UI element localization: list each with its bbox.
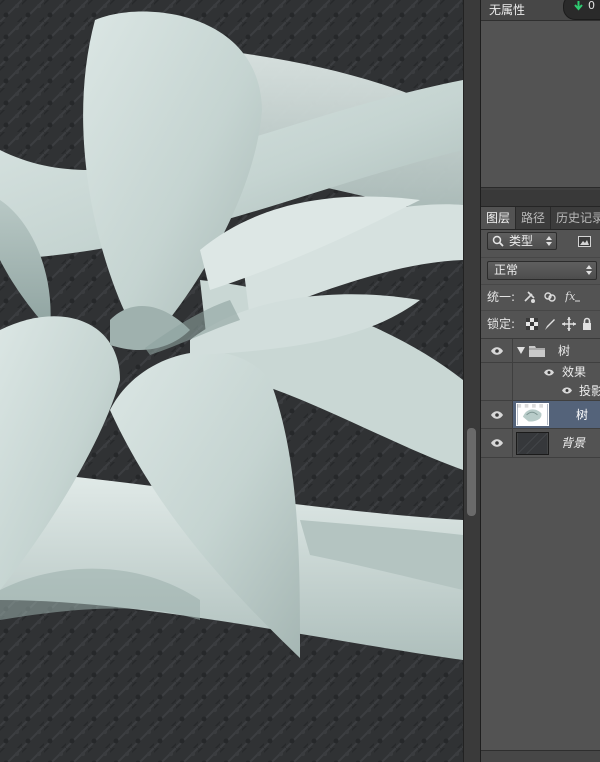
image-filter-icon[interactable] xyxy=(578,236,591,247)
lock-image-pixels-icon[interactable] xyxy=(543,317,557,331)
lock-label: 锁定: xyxy=(487,317,516,331)
eye-icon[interactable] xyxy=(544,369,554,376)
background-layer-row[interactable]: 背景 xyxy=(481,429,600,458)
blend-mode-select[interactable]: 正常 xyxy=(487,261,597,280)
filter-type-label: 类型 xyxy=(509,234,534,248)
arrow-down-icon xyxy=(574,1,583,11)
layer-filter-row: 类型 xyxy=(481,229,600,257)
properties-panel: 无属性 0 xyxy=(481,0,600,191)
layer-group-row[interactable]: 树 xyxy=(481,339,600,363)
layers-panel-tabs: 图层 路径 历史记录 xyxy=(481,207,600,230)
tab-paths[interactable]: 路径 xyxy=(516,207,552,229)
visibility-toggle[interactable] xyxy=(481,401,513,428)
updown-arrows-icon xyxy=(586,265,592,275)
unify-style-icon[interactable]: fx xyxy=(565,289,581,303)
lock-row: 锁定: xyxy=(481,310,600,339)
layer-effect-drop-shadow[interactable]: 投影 xyxy=(481,381,600,401)
layer-thumbnail xyxy=(516,403,549,426)
visibility-toggle[interactable] xyxy=(481,339,513,362)
visibility-column xyxy=(481,363,513,381)
canvas-artwork xyxy=(0,0,463,762)
lock-transparent-pixels-icon[interactable] xyxy=(526,318,538,330)
layer-name: 树 xyxy=(576,408,589,422)
eye-icon xyxy=(491,439,503,447)
scrollbar-thumb[interactable] xyxy=(467,428,476,516)
blend-mode-row: 正常 xyxy=(481,257,600,284)
update-status-badge[interactable]: 0 xyxy=(563,0,600,20)
photoshop-workspace: 无属性 0 图层 路径 历史记录 类型 正常 统一: fx 锁定: 树 效果 投… xyxy=(0,0,600,762)
visibility-toggle[interactable] xyxy=(481,429,513,457)
folder-icon xyxy=(529,346,545,357)
tab-history[interactable]: 历史记录 xyxy=(551,207,600,229)
layer-row-selected[interactable]: 树 xyxy=(481,401,600,429)
unify-position-icon[interactable] xyxy=(522,290,536,304)
drop-shadow-label: 投影 xyxy=(579,384,600,398)
layer-name: 树 xyxy=(558,344,571,358)
no-properties-label: 无属性 xyxy=(489,3,526,17)
svg-text:fx: fx xyxy=(565,290,576,303)
unify-visibility-icon[interactable] xyxy=(543,290,557,304)
blend-mode-value: 正常 xyxy=(494,263,519,277)
layer-list: 树 效果 投影 树 背景 xyxy=(481,339,600,762)
document-canvas[interactable] xyxy=(0,0,463,762)
unify-row: 统一: fx xyxy=(481,284,600,311)
layers-panel-footer xyxy=(481,750,600,762)
effects-label: 效果 xyxy=(562,365,587,379)
unify-label: 统一: xyxy=(487,290,516,304)
search-icon xyxy=(492,235,504,247)
expand-triangle-icon[interactable] xyxy=(517,347,525,354)
layer-effects-row[interactable]: 效果 xyxy=(481,363,600,381)
status-count: 0 xyxy=(588,0,595,12)
eye-icon xyxy=(491,411,503,419)
layer-filter-select[interactable]: 类型 xyxy=(487,232,557,250)
layers-panel: 图层 路径 历史记录 类型 正常 统一: fx 锁定: 树 效果 投影 树 背景 xyxy=(481,207,600,762)
layer-name: 背景 xyxy=(561,436,586,450)
eye-icon xyxy=(491,347,503,355)
layer-list-empty-area xyxy=(481,458,600,762)
lock-position-icon[interactable] xyxy=(562,317,576,331)
lock-all-icon[interactable] xyxy=(582,317,592,331)
updown-arrows-icon xyxy=(546,236,552,246)
canvas-vertical-scrollbar[interactable] xyxy=(463,0,480,762)
tab-layers[interactable]: 图层 xyxy=(481,207,517,229)
background-thumbnail xyxy=(516,432,549,455)
right-dock: 无属性 0 图层 路径 历史记录 类型 正常 统一: fx 锁定: 树 效果 投… xyxy=(480,0,600,762)
panel-gap xyxy=(481,190,600,207)
properties-header: 无属性 0 xyxy=(481,0,600,21)
eye-icon[interactable] xyxy=(562,387,572,394)
visibility-column xyxy=(481,381,513,400)
